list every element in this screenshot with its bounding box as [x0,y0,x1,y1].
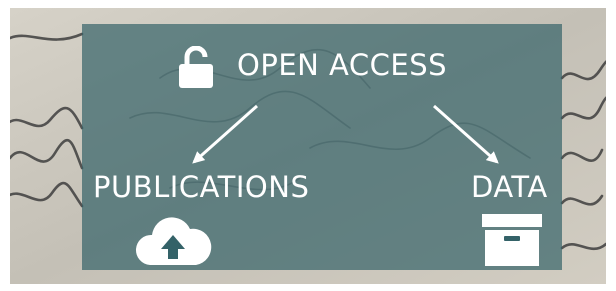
arrow-to-data [433,104,499,164]
open-access-panel: OPEN ACCESS PUBLICATIONS DATA [82,24,562,270]
arrow-to-publications [192,104,258,164]
archive-box-icon [482,214,542,266]
figure: OPEN ACCESS PUBLICATIONS DATA [10,8,606,284]
publications-label: PUBLICATIONS [93,170,310,204]
data-label: DATA [471,170,548,204]
cloud-upload-icon [135,217,212,265]
